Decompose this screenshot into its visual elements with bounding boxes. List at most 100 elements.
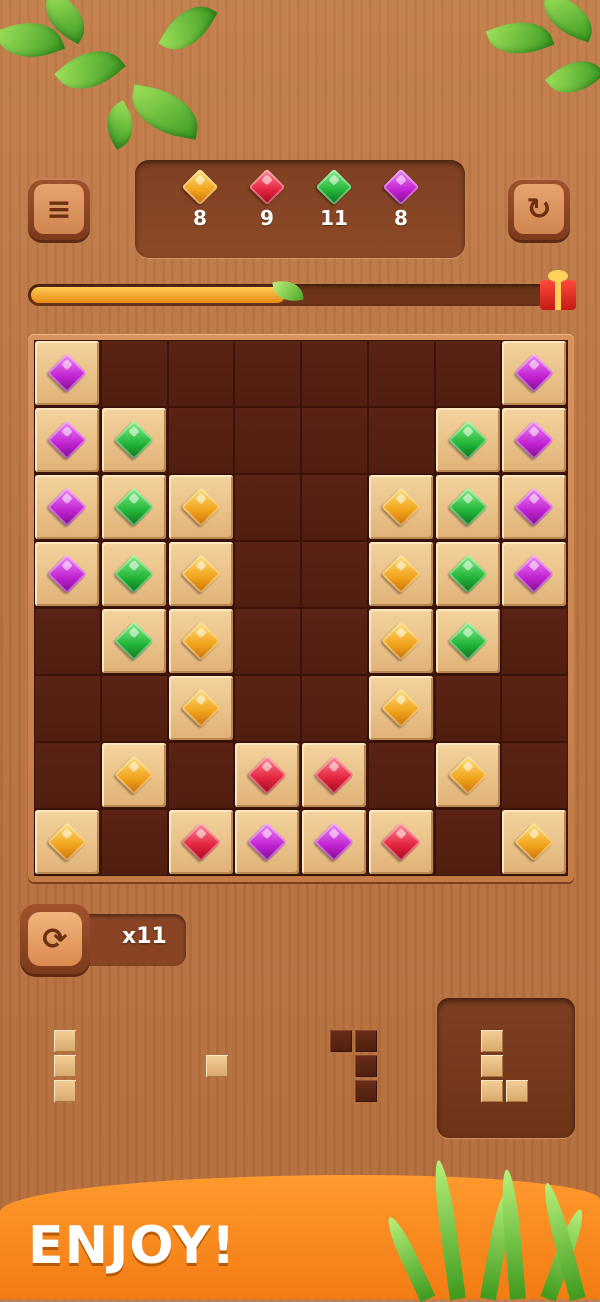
gem-tile-purple (502, 408, 567, 472)
goal-red: 9 (237, 168, 297, 230)
swap-button[interactable]: ⟳ (20, 904, 90, 974)
board-cell[interactable] (434, 809, 502, 876)
board-cell[interactable] (167, 742, 235, 809)
green-gem-icon (447, 554, 488, 594)
piece-block (355, 1055, 377, 1077)
green-gem-icon (315, 168, 353, 206)
gem-tile-yellow (168, 542, 233, 606)
purple-gem-icon (314, 822, 354, 862)
gem-tile-yellow (168, 475, 233, 539)
gem-tile-green (101, 475, 166, 539)
gem-tile-purple (35, 475, 99, 539)
gem-tile-red (168, 810, 233, 874)
piece-hook[interactable] (330, 1030, 378, 1106)
piece-block (355, 1080, 377, 1102)
board-cell[interactable] (234, 407, 301, 474)
green-gem-icon (113, 554, 154, 594)
board-cell[interactable] (301, 608, 368, 675)
purple-gem-icon (514, 420, 555, 460)
gem-tile-purple (302, 810, 366, 874)
menu-button[interactable]: ≡ (28, 178, 90, 240)
goal-count: 11 (320, 206, 348, 230)
gem-tile-red (302, 743, 366, 807)
progress-fill (31, 287, 285, 303)
goal-yellow: 8 (170, 168, 230, 230)
yellow-gem-icon (380, 621, 421, 661)
board-cell[interactable] (234, 608, 301, 675)
board-cell[interactable] (100, 809, 168, 876)
green-gem-icon (113, 487, 154, 527)
piece-block (481, 1055, 503, 1077)
board-cell[interactable] (167, 340, 235, 407)
board-cell[interactable] (301, 541, 368, 608)
green-gem-icon (447, 487, 488, 527)
board-cell[interactable] (367, 742, 435, 809)
gem-tile-green (101, 408, 166, 472)
gem-tile-yellow (168, 609, 233, 673)
purple-gem-icon (514, 487, 555, 527)
board-cell[interactable] (34, 742, 101, 809)
purple-gem-icon (47, 420, 87, 460)
board-cell[interactable] (501, 675, 568, 742)
board-cell[interactable] (167, 407, 235, 474)
board-cell[interactable] (100, 340, 168, 407)
purple-gem-icon (382, 168, 420, 206)
yellow-gem-icon (181, 168, 219, 206)
green-gem-icon (113, 420, 154, 460)
gift-icon[interactable] (540, 270, 576, 310)
purple-gem-icon (47, 487, 87, 527)
piece-block (481, 1030, 503, 1052)
yellow-gem-icon (447, 755, 488, 795)
gem-tile-yellow (368, 609, 433, 673)
board-cell[interactable] (234, 675, 301, 742)
board-cell[interactable] (34, 675, 101, 742)
banner-text: ENJOY! (28, 1216, 237, 1276)
piece-single[interactable] (206, 1055, 228, 1077)
piece-l-shape[interactable] (481, 1030, 529, 1106)
swap-icon: ⟳ (28, 912, 82, 966)
yellow-gem-icon (180, 487, 221, 527)
red-gem-icon (180, 822, 221, 862)
board-cell[interactable] (501, 608, 568, 675)
hold-slot[interactable] (437, 998, 575, 1138)
yellow-gem-icon (180, 554, 221, 594)
board-cell[interactable] (501, 742, 568, 809)
board-cell[interactable] (367, 407, 435, 474)
purple-gem-icon (247, 822, 288, 862)
purple-gem-icon (514, 554, 555, 594)
goal-count: 9 (260, 206, 274, 230)
goal-count: 8 (193, 206, 207, 230)
restart-icon: ↻ (514, 184, 564, 234)
piece-block (206, 1055, 228, 1077)
gem-tile-yellow (435, 743, 500, 807)
red-gem-icon (314, 755, 354, 795)
restart-button[interactable]: ↻ (508, 178, 570, 240)
yellow-gem-icon (180, 621, 221, 661)
gem-tile-purple (35, 408, 99, 472)
board-cell[interactable] (434, 675, 502, 742)
board-cell[interactable] (234, 541, 301, 608)
green-gem-icon (447, 420, 488, 460)
grass-decoration (382, 1150, 600, 1302)
piece-block (506, 1080, 528, 1102)
gem-tile-yellow (368, 475, 433, 539)
gem-tile-yellow (502, 810, 567, 874)
board-cell[interactable] (234, 474, 301, 541)
menu-icon: ≡ (34, 184, 84, 234)
board-cell[interactable] (234, 340, 301, 407)
board-cell[interactable] (367, 340, 435, 407)
board-cell[interactable] (434, 340, 502, 407)
board-cell[interactable] (301, 474, 368, 541)
purple-gem-icon (47, 554, 87, 594)
board-grid (34, 340, 568, 876)
piece-vertical-three[interactable] (54, 1030, 76, 1104)
piece-block (54, 1080, 76, 1102)
board-cell[interactable] (301, 675, 368, 742)
swap-pieces-control: ⟳ x11 (20, 904, 186, 974)
board-cell[interactable] (34, 608, 101, 675)
purple-gem-icon (47, 353, 87, 393)
board-cell[interactable] (100, 675, 168, 742)
gem-tile-green (435, 542, 500, 606)
board-cell[interactable] (301, 407, 368, 474)
board-cell[interactable] (301, 340, 368, 407)
